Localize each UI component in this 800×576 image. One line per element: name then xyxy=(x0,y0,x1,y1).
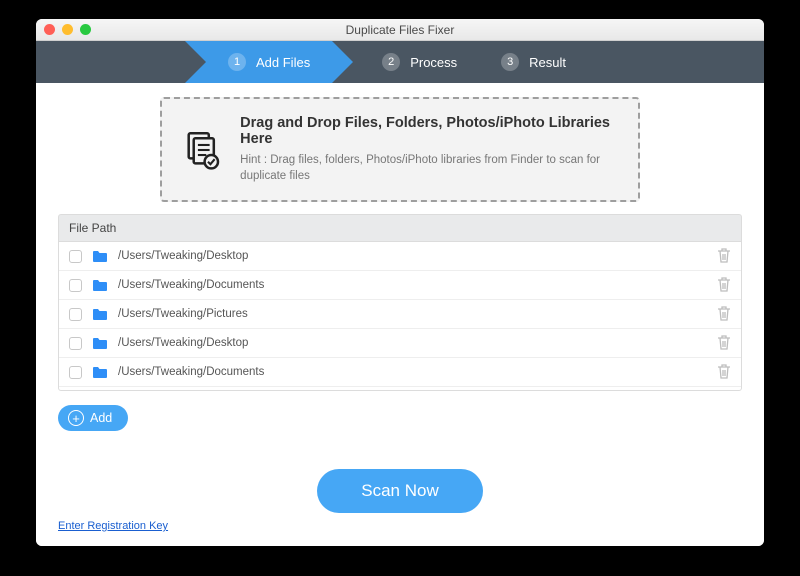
titlebar: Duplicate Files Fixer xyxy=(36,19,764,41)
step-result[interactable]: 3 Result xyxy=(479,41,588,83)
dropzone-text: Drag and Drop Files, Folders, Photos/iPh… xyxy=(240,115,618,184)
list-item: /Users/Tweaking/Pictures xyxy=(59,300,741,329)
file-path: /Users/Tweaking/Desktop xyxy=(118,250,707,262)
step-number: 2 xyxy=(382,53,400,71)
trash-icon[interactable] xyxy=(717,335,731,351)
step-process[interactable]: 2 Process xyxy=(360,41,479,83)
step-label: Result xyxy=(529,55,566,70)
content-area: Drag and Drop Files, Folders, Photos/iPh… xyxy=(36,83,764,546)
trash-icon[interactable] xyxy=(717,306,731,322)
folder-icon xyxy=(92,337,108,350)
documents-check-icon xyxy=(182,127,222,173)
minimize-icon[interactable] xyxy=(62,24,73,35)
dropzone-hint: Hint : Drag files, folders, Photos/iPhot… xyxy=(240,153,618,184)
scan-now-button[interactable]: Scan Now xyxy=(317,469,482,513)
list-item: /Users/Tweaking/Documents xyxy=(59,358,741,387)
list-item: /Users/Tweaking/Desktop xyxy=(59,329,741,358)
app-window: Duplicate Files Fixer 1 Add Files 2 Proc… xyxy=(36,19,764,546)
row-checkbox[interactable] xyxy=(69,250,82,263)
zoom-icon[interactable] xyxy=(80,24,91,35)
row-checkbox[interactable] xyxy=(69,308,82,321)
add-button-label: Add xyxy=(90,411,112,425)
step-label: Process xyxy=(410,55,457,70)
file-path: /Users/Tweaking/Documents xyxy=(118,279,707,291)
file-list[interactable]: /Users/Tweaking/Desktop /Users/Tweaking/… xyxy=(58,241,742,391)
folder-icon xyxy=(92,250,108,263)
step-bar: 1 Add Files 2 Process 3 Result xyxy=(36,41,764,83)
row-checkbox[interactable] xyxy=(69,279,82,292)
dropzone[interactable]: Drag and Drop Files, Folders, Photos/iPh… xyxy=(160,97,640,202)
registration-link[interactable]: Enter Registration Key xyxy=(58,520,168,532)
list-item: /Users/Tweaking/Desktop xyxy=(59,242,741,271)
add-button[interactable]: + Add xyxy=(58,405,128,431)
folder-icon xyxy=(92,366,108,379)
row-checkbox[interactable] xyxy=(69,366,82,379)
list-header: File Path xyxy=(58,214,742,241)
plus-icon: + xyxy=(68,410,84,426)
window-controls xyxy=(44,24,91,35)
file-path: /Users/Tweaking/Pictures xyxy=(118,308,707,320)
list-item: /Users/Tweaking/Documents xyxy=(59,271,741,300)
folder-icon xyxy=(92,308,108,321)
step-label: Add Files xyxy=(256,55,310,70)
window-title: Duplicate Files Fixer xyxy=(36,23,764,37)
trash-icon[interactable] xyxy=(717,248,731,264)
file-path: /Users/Tweaking/Documents xyxy=(118,366,707,378)
dropzone-title: Drag and Drop Files, Folders, Photos/iPh… xyxy=(240,115,618,147)
trash-icon[interactable] xyxy=(717,277,731,293)
step-number: 3 xyxy=(501,53,519,71)
row-checkbox[interactable] xyxy=(69,337,82,350)
step-add-files[interactable]: 1 Add Files xyxy=(206,41,332,83)
file-path: /Users/Tweaking/Desktop xyxy=(118,337,707,349)
trash-icon[interactable] xyxy=(717,364,731,380)
step-number: 1 xyxy=(228,53,246,71)
folder-icon xyxy=(92,279,108,292)
close-icon[interactable] xyxy=(44,24,55,35)
